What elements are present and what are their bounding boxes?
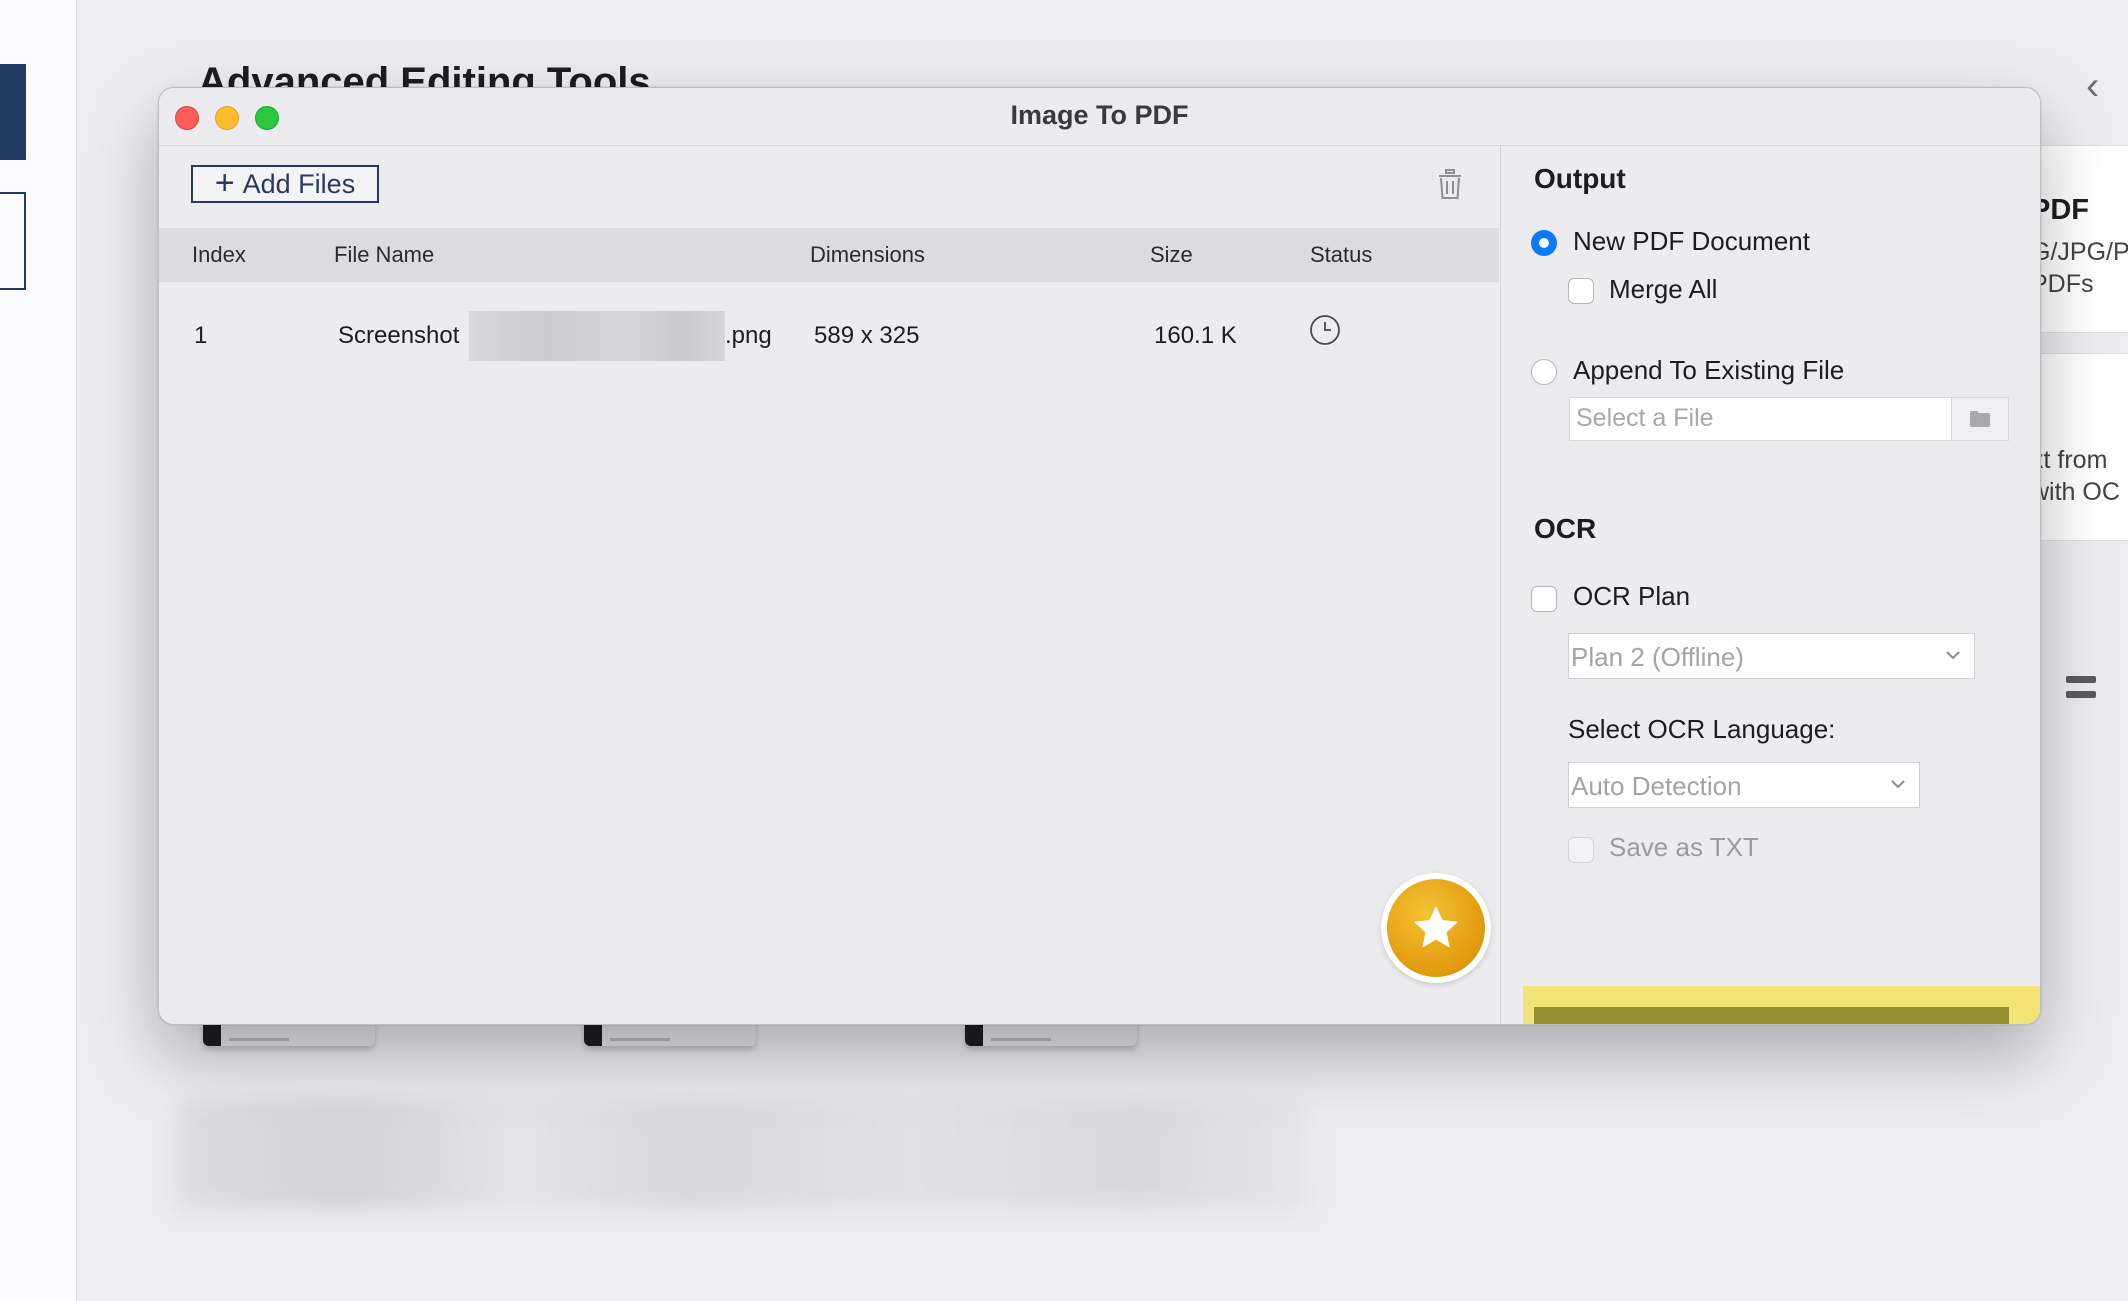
row-dimensions: 589 x 325 bbox=[814, 322, 920, 349]
title-bar: Image To PDF bbox=[159, 88, 2040, 146]
plus-icon: + bbox=[214, 163, 235, 202]
ocr-plan-checkbox[interactable] bbox=[1531, 586, 1557, 612]
chevron-down-icon bbox=[1946, 651, 1960, 660]
ocr-heading: OCR bbox=[1534, 513, 1597, 544]
column-header-index[interactable]: Index bbox=[192, 242, 246, 268]
ocr-language-label: Select OCR Language: bbox=[1568, 714, 1836, 744]
ocr-plan-select[interactable]: Plan 2 (Offline) bbox=[1568, 633, 1975, 679]
ocr-plan-value: Plan 2 (Offline) bbox=[1571, 642, 1744, 672]
ocr-language-value: Auto Detection bbox=[1571, 771, 1742, 801]
settings-pane: Output New PDF Document Merge All Append… bbox=[1500, 146, 2040, 1024]
row-index: 1 bbox=[194, 322, 208, 349]
ocr-plan-label[interactable]: OCR Plan bbox=[1573, 581, 1690, 612]
premium-star-badge[interactable] bbox=[1381, 873, 1491, 983]
trash-icon[interactable] bbox=[1435, 168, 1465, 200]
file-list-pane: + Add Files Index File Name Dimensions S… bbox=[159, 146, 1499, 1024]
folder-icon bbox=[1970, 411, 1990, 427]
save-as-txt-checkbox[interactable] bbox=[1568, 837, 1594, 863]
star-icon bbox=[1413, 905, 1459, 948]
column-header-dimensions[interactable]: Dimensions bbox=[810, 242, 925, 268]
add-files-button[interactable]: + Add Files bbox=[191, 165, 379, 203]
sidebar-outlined-block bbox=[0, 192, 26, 290]
merge-all-checkbox[interactable] bbox=[1568, 278, 1594, 304]
ocr-language-select[interactable]: Auto Detection bbox=[1568, 762, 1920, 808]
card-description: with OC bbox=[2031, 478, 2120, 506]
new-pdf-label[interactable]: New PDF Document bbox=[1573, 226, 1810, 257]
append-existing-label[interactable]: Append To Existing File bbox=[1573, 355, 1844, 386]
row-file-name-suffix: .png bbox=[725, 322, 772, 349]
save-as-txt-label[interactable]: Save as TXT bbox=[1609, 832, 1759, 863]
blurred-content bbox=[175, 1100, 1310, 1210]
column-header-status[interactable]: Status bbox=[1310, 242, 1372, 268]
append-existing-radio[interactable] bbox=[1531, 359, 1557, 385]
output-heading: Output bbox=[1534, 163, 1626, 194]
new-pdf-radio[interactable] bbox=[1531, 230, 1557, 256]
merge-all-label[interactable]: Merge All bbox=[1609, 274, 1717, 305]
background-tool-card[interactable]: PDF G/JPG/PI PDFs bbox=[2030, 145, 2128, 333]
chevron-down-icon bbox=[1891, 780, 1905, 789]
select-file-placeholder: Select a File bbox=[1576, 404, 1714, 432]
column-header-file-name[interactable]: File Name bbox=[334, 242, 434, 268]
table-row[interactable]: 1 Screenshot .png 589 x 325 160.1 K bbox=[159, 282, 1499, 392]
select-file-field[interactable]: Select a File bbox=[1569, 397, 2009, 441]
column-header-size[interactable]: Size bbox=[1150, 242, 1193, 268]
window-title: Image To PDF bbox=[1010, 100, 1189, 130]
chevron-left-icon[interactable]: ‹ bbox=[2086, 66, 2099, 106]
browse-folder-button[interactable] bbox=[1951, 398, 2008, 440]
image-to-pdf-window: Image To PDF + Add Files Index File Name… bbox=[158, 87, 2041, 1025]
clock-icon bbox=[1310, 315, 1340, 345]
redacted-file-name bbox=[469, 311, 725, 361]
card-description: G/JPG/PI bbox=[2031, 238, 2128, 266]
background-sidebar bbox=[0, 0, 77, 1301]
background-tool-card[interactable]: xt from with OC bbox=[2030, 353, 2128, 541]
add-files-label: Add Files bbox=[242, 168, 356, 199]
menu-icon[interactable] bbox=[2066, 676, 2096, 706]
sidebar-selected-block bbox=[0, 64, 26, 160]
card-description: xt from bbox=[2031, 446, 2108, 474]
table-header: Index File Name Dimensions Size Status bbox=[159, 228, 1499, 282]
save-button-highlight: Save as PDF bbox=[1523, 986, 2040, 1024]
save-as-pdf-button[interactable]: Save as PDF bbox=[1534, 1007, 2009, 1024]
row-size: 160.1 K bbox=[1154, 322, 1237, 349]
row-file-name-prefix: Screenshot bbox=[338, 322, 460, 349]
